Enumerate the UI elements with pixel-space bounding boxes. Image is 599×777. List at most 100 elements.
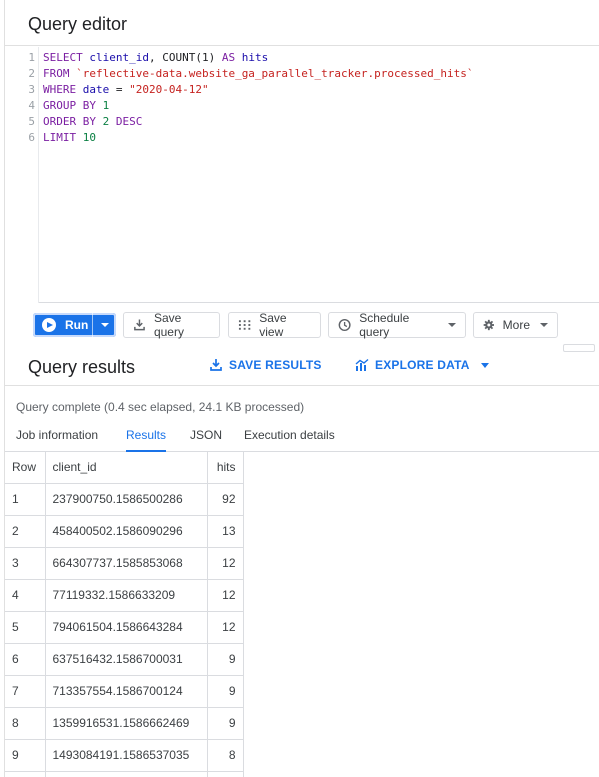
query-editor-header: Query editor: [5, 0, 599, 46]
row-number-cell: 10: [5, 771, 46, 777]
code-token: `reflective-data.website_ga_parallel_tra…: [76, 67, 474, 80]
code-text: SELECT client_id, COUNT(1) AS hits: [43, 50, 268, 66]
download-icon: [210, 359, 222, 371]
code-token: client_id: [89, 51, 149, 64]
hits-cell: 8: [207, 739, 244, 772]
row-number-cell: 5: [5, 611, 46, 644]
line-number: 6: [28, 131, 35, 144]
code-token: hits: [241, 51, 269, 64]
code-token: =: [109, 83, 130, 96]
client-id-cell: 77119332.1586633209: [45, 579, 208, 612]
table-row: 5 794061504.1586643284 12: [5, 611, 244, 644]
download-icon: [134, 319, 145, 331]
table-row: 4 77119332.1586633209 12: [5, 579, 244, 612]
save-view-button[interactable]: Save view: [228, 311, 321, 339]
chevron-down-icon: [540, 323, 548, 327]
hits-cell: 13: [207, 515, 244, 548]
run-label: Run: [65, 318, 89, 332]
row-number-cell: 8: [5, 707, 46, 740]
save-query-button[interactable]: Save query: [123, 311, 220, 339]
query-status: Query complete (0.4 sec elapsed, 24.1 KB…: [16, 400, 305, 414]
code-text: ORDER BY 2 DESC: [43, 114, 142, 130]
code-token: "2020-04-12": [129, 83, 209, 96]
chevron-down-icon: [480, 362, 489, 368]
code-text: FROM `reflective-data.website_ga_paralle…: [43, 66, 473, 82]
row-number-cell: 2: [5, 515, 46, 548]
chart-icon: [355, 358, 369, 371]
code-token: ORDER BY: [43, 115, 103, 128]
column-header-hits: hits: [207, 452, 244, 484]
code-text: LIMIT 10: [43, 130, 96, 146]
results-table: Row client_id hits 1 237900750.1586500286…: [5, 452, 244, 777]
client-id-cell: 1704750493.1586692549: [45, 771, 208, 777]
code-token: AS: [221, 51, 242, 64]
code-token: 2: [102, 115, 116, 128]
client-id-cell: 458400502.1586090296: [45, 515, 208, 548]
table-row: 9 1493084191.1586537035 8: [5, 739, 244, 772]
run-options-button[interactable]: [93, 313, 116, 337]
hits-cell: 8: [207, 771, 244, 777]
hits-cell: 9: [207, 707, 244, 740]
schedule-query-button[interactable]: Schedule query: [328, 311, 466, 339]
row-number-cell: 6: [5, 643, 46, 676]
grid-view-icon: [238, 320, 251, 330]
run-button[interactable]: Run: [33, 313, 92, 337]
explore-data-label: EXPLORE DATA: [375, 358, 470, 372]
query-results-title: Query results: [28, 357, 136, 377]
hits-cell: 12: [207, 611, 244, 644]
line-number: 2: [28, 67, 35, 80]
line-number: 3: [28, 83, 35, 96]
query-editor-title: Query editor: [28, 14, 128, 34]
more-button[interactable]: More: [473, 312, 558, 338]
client-id-cell: 1493084191.1586537035: [45, 739, 208, 772]
table-row: 101704750493.15866925498: [5, 771, 244, 777]
code-text: GROUP BY 1: [43, 98, 109, 114]
tab-execution-details[interactable]: Execution details: [244, 428, 335, 452]
chevron-down-icon: [448, 323, 456, 327]
sql-editor[interactable]: 1 SELECT client_id, COUNT(1) AS hits 2 FROM…: [5, 47, 599, 303]
tab-json[interactable]: JSON: [190, 428, 222, 452]
line-number: 5: [28, 115, 35, 128]
code-token: LIMIT: [43, 131, 83, 144]
row-number-cell: 9: [5, 739, 46, 772]
table-row: 7 713357554.1586700124 9: [5, 675, 244, 708]
tab-job-information[interactable]: Job information: [16, 428, 98, 452]
code-token: 10: [82, 131, 96, 144]
client-id-cell: 713357554.1586700124: [45, 675, 208, 708]
query-results-header: Query results SAVE RESULTS EXPLORE DATA: [5, 346, 599, 386]
save-results-label: SAVE RESULTS: [229, 358, 322, 372]
code-token: DESC: [115, 115, 143, 128]
table-row: 3 664307737.1585853068 12: [5, 547, 244, 580]
save-query-label: Save query: [153, 311, 184, 339]
code-token: GROUP BY: [43, 99, 103, 112]
schedule-query-label: Schedule query: [359, 311, 410, 339]
column-header-client-id: client_id: [45, 452, 208, 484]
code-text: WHERE date = "2020-04-12": [43, 82, 209, 98]
table-row: 1 237900750.1586500286 92: [5, 483, 244, 516]
code-token: FROM: [43, 67, 77, 80]
clock-icon: [338, 319, 351, 331]
column-header-row: Row: [5, 452, 46, 484]
row-number-cell: 7: [5, 675, 46, 708]
tab-results[interactable]: Results: [126, 428, 167, 452]
line-number: 4: [28, 99, 35, 112]
play-icon: [42, 318, 56, 332]
hits-cell: 92: [207, 483, 244, 516]
save-results-button[interactable]: SAVE RESULTS: [209, 358, 322, 372]
line-number: 1: [28, 51, 35, 64]
table-row: 8 1359916531.1586662469 9: [5, 707, 244, 740]
editor-toolbar: Run Save query Save view Schedule query: [5, 304, 599, 352]
results-tabs: Job information Results JSON Execution d…: [5, 420, 599, 452]
client-id-cell: 237900750.1586500286: [45, 483, 208, 516]
hits-cell: 9: [207, 675, 244, 708]
explore-data-button[interactable]: EXPLORE DATA: [355, 358, 489, 372]
row-number-cell: 1: [5, 483, 46, 516]
hits-cell: 12: [207, 579, 244, 612]
code-token: COUNT(1): [162, 51, 222, 64]
more-label: More: [502, 318, 530, 332]
hits-cell: 12: [207, 547, 244, 580]
row-number-cell: 4: [5, 579, 46, 612]
run-divider: [92, 313, 93, 337]
client-id-cell: 637516432.1586700031: [45, 643, 208, 676]
code-token: SELECT: [43, 51, 90, 64]
